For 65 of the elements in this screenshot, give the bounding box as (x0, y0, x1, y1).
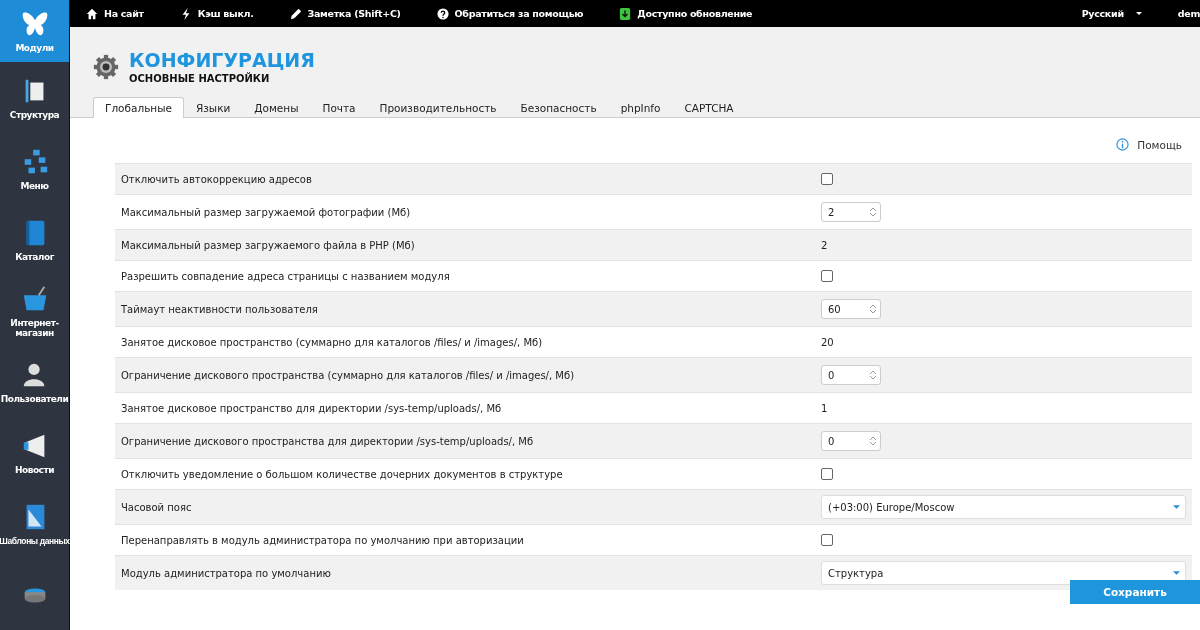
caret-icon (1173, 505, 1180, 509)
caret-icon (1173, 571, 1180, 575)
tab[interactable]: Языки (183, 97, 243, 118)
tab[interactable]: Безопасность (508, 97, 609, 118)
toolbar-link[interactable]: Заметка (Shift+C) (289, 7, 401, 20)
setting-value: 20 (821, 336, 834, 348)
sidebar-item[interactable]: Шаблоны данных (0, 488, 69, 559)
page-subtitle: ОСНОВНЫЕ НАСТРОЙКИ (129, 73, 271, 84)
select-dropdown[interactable]: Структура (821, 561, 1186, 585)
setting-label: Модуль администратора по умолчанию (120, 567, 332, 579)
checkbox[interactable] (821, 468, 833, 480)
setting-label: Таймаут неактивности пользователя (120, 303, 319, 315)
pen-icon (289, 7, 302, 20)
setting-label: Максимальный размер загружаемого файла в PHP (Мб) (120, 239, 416, 251)
number-field[interactable]: 2 (821, 202, 881, 222)
sidebar-item[interactable]: Меню (0, 133, 69, 204)
checkbox[interactable] (821, 534, 833, 546)
checkbox[interactable] (821, 173, 833, 185)
setting-label: Отключить уведомление о большом количестве дочерних документов в структуре (120, 468, 564, 480)
spinner-icon (870, 207, 876, 217)
number-field[interactable]: 60 (821, 299, 881, 319)
checkbox[interactable] (821, 270, 833, 282)
setting-value: 2 (821, 239, 828, 251)
tab[interactable]: Производительность (367, 97, 509, 118)
number-field[interactable]: 0 (821, 431, 881, 451)
download-icon (619, 7, 632, 20)
page-title: КОНФИГУРАЦИЯ (129, 49, 315, 71)
setting-label: Перенаправлять в модуль администратора по умолчанию при авторизации (120, 534, 525, 546)
setting-label: Занятое дисковое пространство (суммарно для каталогов /files/ и /images/, Мб) (120, 336, 544, 348)
select-dropdown[interactable]: (+03:00) Europe/Moscow (821, 495, 1186, 519)
language-dropdown[interactable]: Русский (1081, 8, 1142, 19)
sidebar-item[interactable]: Структура (0, 62, 69, 133)
help-icon (436, 7, 449, 20)
caret-icon (1135, 12, 1142, 15)
toolbar-link[interactable]: Доступно обновление (619, 7, 753, 20)
tab[interactable]: Домены (242, 97, 311, 118)
setting-value: 1 (821, 402, 828, 414)
sidebar-item[interactable]: Модули (0, 0, 69, 62)
sidebar-item[interactable]: Интернет-магазин (0, 275, 69, 346)
setting-label: Занятое дисковое пространство для директории /sys-temp/uploads/, Мб (120, 402, 503, 414)
setting-label: Разрешить совпадение адреса страницы с названием модуля (120, 270, 451, 282)
help-link[interactable]: Помощь (1116, 138, 1182, 151)
tab[interactable]: phpInfo (608, 97, 673, 118)
setting-label: Ограничение дискового пространства для директории /sys-temp/uploads/, Мб (120, 435, 535, 447)
user-link[interactable]: dem (1177, 8, 1200, 19)
toolbar-link[interactable]: Обратиться за помощью (436, 7, 584, 20)
setting-label: Максимальный размер загружаемой фотографии (Мб) (120, 206, 412, 218)
setting-label: Отключить автокоррекцию адресов (120, 173, 313, 185)
spinner-icon (870, 370, 876, 380)
setting-label: Ограничение дискового пространства (суммарно для каталогов /files/ и /images/, Мб) (120, 369, 576, 381)
setting-label: Часовой пояс (120, 501, 193, 513)
number-field[interactable]: 0 (821, 365, 881, 385)
spinner-icon (870, 436, 876, 446)
tab[interactable]: Глобальные (93, 97, 184, 118)
tab[interactable]: Почта (310, 97, 368, 118)
toolbar-link[interactable]: На сайт (86, 7, 144, 20)
home-icon (86, 7, 98, 20)
sidebar-item[interactable]: Пользователи (0, 346, 69, 417)
tab[interactable]: CAPTCHA (672, 97, 746, 118)
sidebar-item[interactable]: Новости (0, 417, 69, 488)
toolbar-link[interactable]: Кэш выкл. (179, 7, 254, 20)
spinner-icon (870, 304, 876, 314)
gear-icon (93, 53, 119, 80)
info-icon (1116, 138, 1130, 151)
sidebar-item[interactable]: Каталог (0, 204, 69, 275)
